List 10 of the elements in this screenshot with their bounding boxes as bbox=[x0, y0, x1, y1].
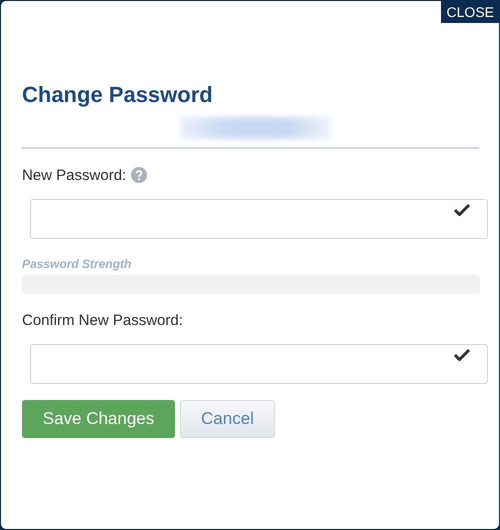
strength-label: Password Strength bbox=[22, 257, 132, 271]
field-label: Confirm New Password: bbox=[22, 312, 183, 328]
cancel-button[interactable]: Cancel bbox=[180, 400, 275, 438]
help-icon[interactable] bbox=[131, 167, 148, 183]
save-button[interactable]: Save Changes bbox=[22, 400, 175, 438]
field-label: New Password: bbox=[22, 166, 126, 184]
dialog-title: Change Password bbox=[22, 81, 214, 109]
close-button[interactable]: CLOSE bbox=[440, 0, 500, 23]
password-field[interactable] bbox=[30, 344, 488, 384]
password-field[interactable] bbox=[30, 199, 488, 239]
